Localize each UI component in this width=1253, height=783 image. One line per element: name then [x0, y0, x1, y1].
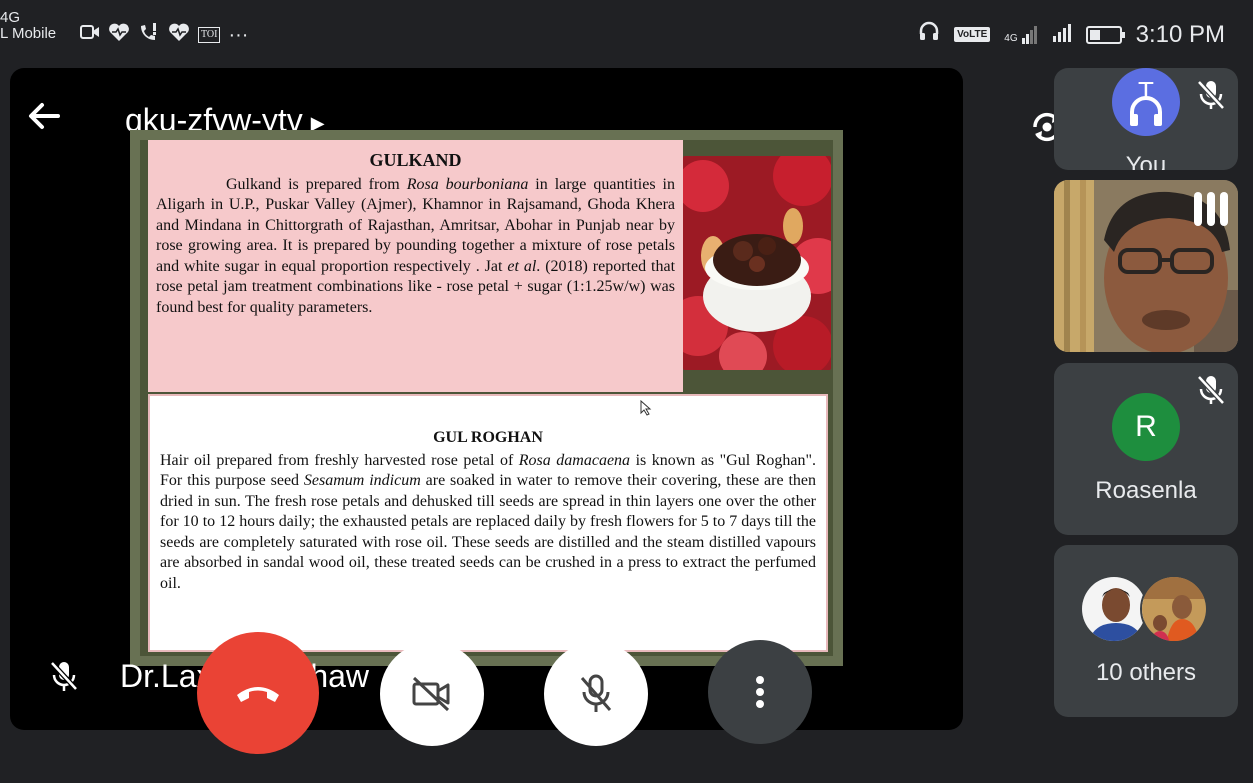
others-avatars: [1080, 575, 1214, 645]
more-notifications-icon: ···: [228, 24, 249, 46]
mouse-cursor-icon: [640, 399, 652, 419]
gulkand-section: GULKAND Gulkand is prepared from Rosa bo…: [148, 140, 683, 392]
toi-app-icon: TOI: [198, 27, 221, 43]
hang-up-icon: [237, 687, 279, 702]
gulkand-photo: [683, 156, 831, 370]
signal-icon-2: [1052, 21, 1072, 49]
microphone-toggle-button[interactable]: [544, 642, 648, 746]
more-options-button[interactable]: [708, 640, 812, 744]
missed-call-icon: [138, 22, 160, 48]
camera-toggle-button[interactable]: [380, 642, 484, 746]
participant-tile-roasenla[interactable]: R Roasenla: [1054, 363, 1238, 535]
participant-tile-others[interactable]: 10 others: [1054, 545, 1238, 717]
you-label: You: [1125, 152, 1167, 170]
health-heart-icon: [108, 22, 130, 48]
mic-off-icon-roasenla: [1194, 373, 1228, 407]
signal-icon: 4G: [1004, 25, 1037, 44]
status-bar: 4G L Mobile TOI ··· VoLTE 4G 3:10 PM: [0, 0, 1253, 68]
mic-off-icon: [46, 658, 82, 694]
carrier-label: 4G L Mobile: [0, 9, 57, 42]
gul-roghan-title: GUL ROGHAN: [433, 429, 543, 446]
speaking-indicator-icon: [1194, 192, 1228, 226]
mic-off-icon-button: [580, 674, 612, 712]
video-notification-icon: [80, 23, 100, 47]
avatar-you: T: [1112, 68, 1180, 136]
others-count-label: 10 others: [1095, 659, 1197, 686]
mic-off-icon-you: [1194, 78, 1228, 112]
notification-icons: TOI ···: [80, 22, 248, 48]
back-arrow-icon[interactable]: [24, 96, 64, 136]
battery-icon: [1085, 25, 1125, 44]
health-heart-icon-2: [168, 22, 190, 48]
headphones-icon: [918, 20, 940, 49]
end-call-button[interactable]: [197, 632, 319, 754]
shared-slide: GULKAND Gulkand is prepared from Rosa bo…: [130, 130, 843, 666]
gulkand-title: GULKAND: [369, 150, 462, 170]
other-participant-avatar-1: [1080, 575, 1148, 643]
volte-badge: VoLTE: [954, 27, 991, 42]
participant-tile-you[interactable]: T You: [1054, 68, 1238, 170]
clock: 3:10 PM: [1135, 20, 1225, 48]
participant-video-tile[interactable]: [1054, 180, 1238, 352]
participant-name-roasenla: Roasenla: [1095, 477, 1197, 504]
slide-frame: GULKAND Gulkand is prepared from Rosa bo…: [140, 140, 833, 656]
gulkand-text: Gulkand is prepared from Rosa bourbonian…: [156, 175, 676, 316]
system-status-icons: VoLTE 4G 3:10 PM: [918, 20, 1225, 49]
gul-roghan-section: GUL ROGHAN Hair oil prepared from freshl…: [148, 394, 828, 652]
camera-off-icon: [412, 676, 450, 712]
more-vert-icon: [756, 676, 764, 708]
avatar-roasenla: R: [1112, 393, 1180, 461]
headphones-icon-you: [1130, 96, 1162, 126]
presentation-stage[interactable]: qku-zfvw-ytv ▶ GULKAND Gulkand is prepare…: [10, 68, 963, 730]
other-participant-avatar-2: [1140, 575, 1208, 643]
gul-roghan-text: Hair oil prepared from freshly harvested…: [160, 451, 817, 592]
